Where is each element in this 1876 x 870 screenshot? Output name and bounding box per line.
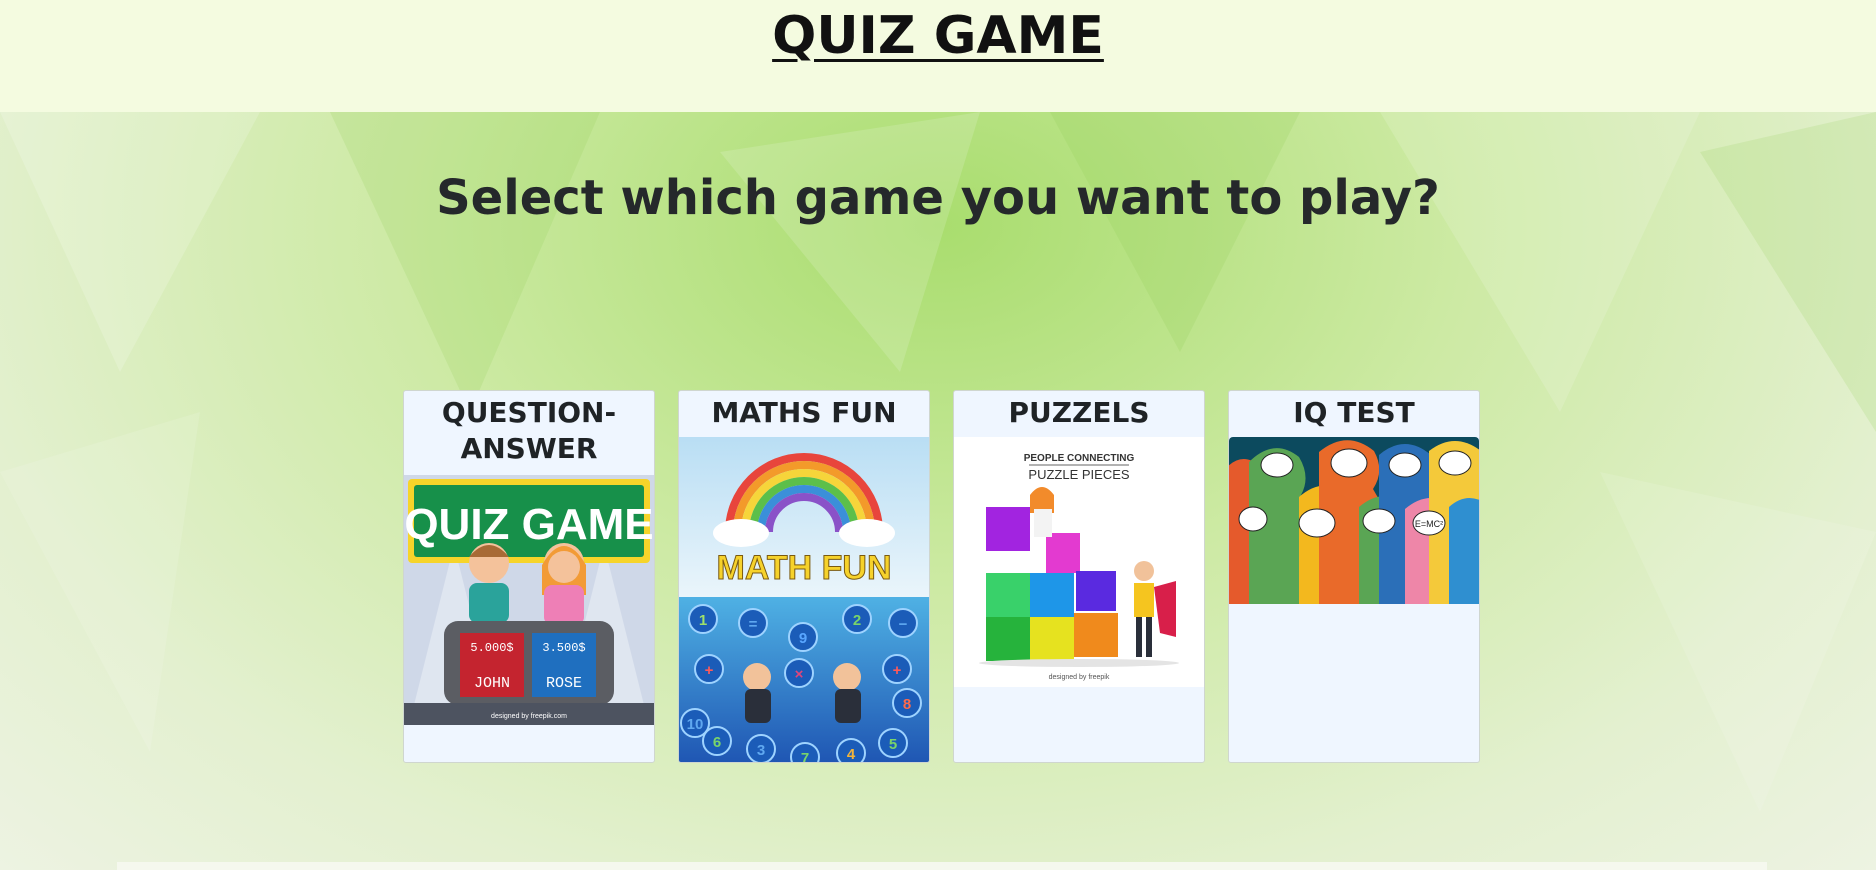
game-card-iq-test[interactable]: IQ TEST E=MC² [1228,390,1480,763]
image-credit: designed by freepik.com [491,713,567,720]
site-title[interactable]: QUIZ GAME [0,0,1876,66]
number-bubble-label: 10 [687,716,704,733]
game-card-puzzels[interactable]: PUZZELS PEOPLE CONNECTING PUZZLE PIECES … [953,390,1205,763]
score-left: 5.000$ [470,641,513,655]
puzzle-thumbnail[interactable]: PEOPLE CONNECTING PUZZLE PIECES designed… [954,437,1204,687]
number-bubble-label: 9 [799,630,807,647]
card-title: IQ TEST [1293,396,1415,429]
card-title: QUESTION- ANSWER [404,391,654,467]
card-title: PUZZELS [1008,396,1150,429]
quiz-banner-text: QUIZ GAME [404,500,653,549]
math-fun-banner: MATH FUN [717,549,892,587]
number-bubble-label: × [795,666,804,683]
name-left: JOHN [474,675,510,692]
number-bubble-label: 4 [847,746,856,763]
number-bubble-label: 3 [757,742,765,759]
footer-strip [117,862,1767,870]
number-bubble-label: 6 [713,734,721,751]
game-card-maths-fun[interactable]: MATHS FUN MATH FUN 1 = 9 2 − + × +10 8 6 3 7 4 5 [678,390,930,763]
game-card-question-answer[interactable]: QUESTION- ANSWER QUIZ GAME 5.000$ 3.500$… [403,390,655,763]
number-bubble-label: 2 [853,612,861,629]
card-title: MATHS FUN [711,396,897,429]
number-bubble-label: + [893,662,902,679]
number-bubble-label: + [705,662,714,679]
card-title-line1: QUESTION- [441,396,617,429]
puzzle-caption-top: PEOPLE CONNECTING [1024,453,1135,464]
image-credit: designed by freepik [1049,674,1110,681]
top-header: QUIZ GAME [0,0,1876,112]
card-title-line2: ANSWER [460,432,598,465]
number-bubble-label: 5 [889,736,897,753]
iq-formula: E=MC² [1415,519,1443,529]
quiz-game-thumbnail[interactable]: QUIZ GAME 5.000$ 3.500$ JOHN ROSE design… [404,475,654,725]
number-bubble-label: − [899,616,908,633]
number-bubble-label: 8 [903,696,911,713]
score-right: 3.500$ [542,641,585,655]
number-bubble-label: 7 [801,750,809,763]
maths-fun-thumbnail[interactable]: MATH FUN 1 = 9 2 − + × +10 8 6 3 7 4 5 [679,437,929,763]
page-headline: Select which game you want to play? [436,170,1440,226]
iq-test-thumbnail[interactable]: E=MC² [1229,437,1479,604]
number-bubble-label: 1 [699,612,707,629]
name-right: ROSE [546,675,582,692]
number-bubble-label: = [749,616,758,633]
puzzle-caption-bottom: PUZZLE PIECES [1028,467,1129,482]
